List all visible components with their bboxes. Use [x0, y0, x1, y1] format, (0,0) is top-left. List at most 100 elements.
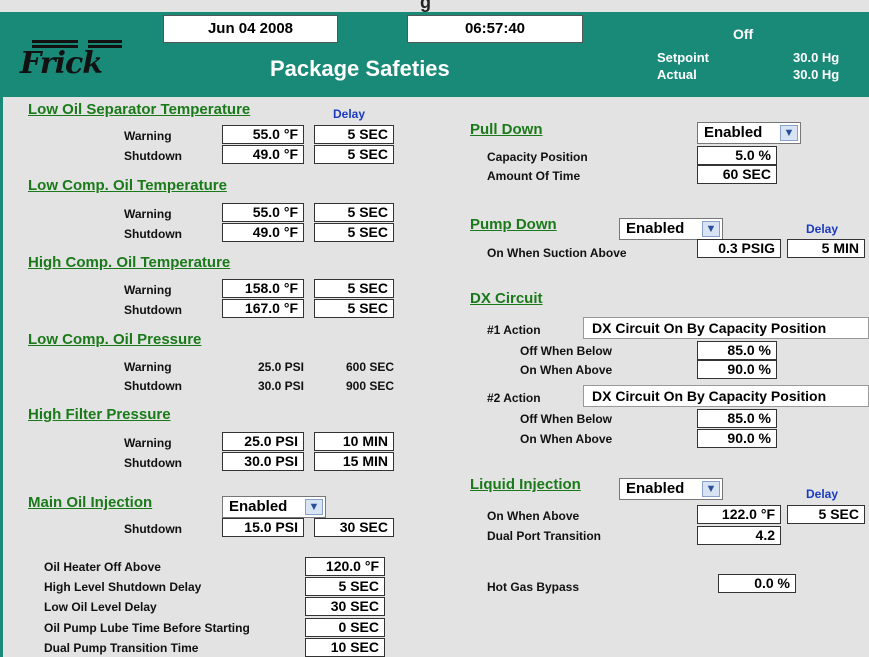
setpoint-label: Setpoint: [657, 50, 709, 65]
section-low-comp-oil-pressure[interactable]: Low Comp. Oil Pressure: [28, 331, 201, 348]
misc-label: High Level Shutdown Delay: [44, 580, 202, 594]
shutdown-label: Shutdown: [124, 149, 182, 163]
chevron-down-icon[interactable]: ▼: [780, 125, 798, 141]
low-comp-oil-temp-shutdown-value[interactable]: 49.0 °F: [222, 223, 304, 242]
actual-label: Actual: [657, 67, 697, 82]
on-when-above-label: On When Above: [487, 509, 580, 523]
main-oil-injection-shutdown-value[interactable]: 15.0 PSI: [222, 518, 304, 537]
chevron-down-icon[interactable]: ▼: [305, 499, 323, 515]
oil-heater-off-above-value[interactable]: 120.0 °F: [305, 557, 385, 576]
hot-gas-bypass-value[interactable]: 0.0 %: [718, 574, 796, 593]
pump-down-select[interactable]: Enabled ▼: [619, 218, 723, 240]
action-2-label: #2 Action: [487, 391, 541, 405]
low-oil-sep-warning-delay[interactable]: 5 SEC: [314, 125, 394, 144]
liquid-injection-delay-value[interactable]: 5 SEC: [787, 505, 865, 524]
dx-2-on-value[interactable]: 90.0 %: [697, 429, 777, 448]
warning-label: Warning: [124, 207, 172, 221]
shutdown-label: Shutdown: [124, 303, 182, 317]
low-comp-oil-temp-warning-delay[interactable]: 5 SEC: [314, 203, 394, 222]
misc-label: Low Oil Level Delay: [44, 600, 157, 614]
dx-action-2-select[interactable]: DX Circuit On By Capacity Position: [583, 385, 869, 407]
section-low-comp-oil-temp[interactable]: Low Comp. Oil Temperature: [28, 177, 227, 194]
high-filter-press-warning-delay[interactable]: 10 MIN: [314, 432, 394, 451]
compressor-status: Off: [733, 26, 754, 42]
pull-down-capacity-value[interactable]: 5.0 %: [697, 146, 777, 165]
low-comp-oil-press-warning-value: 25.0 PSI: [257, 360, 304, 374]
on-when-above-label: On When Above: [520, 432, 613, 446]
dual-pump-transition-time-value[interactable]: 10 SEC: [305, 638, 385, 657]
low-oil-sep-shutdown-delay[interactable]: 5 SEC: [314, 145, 394, 164]
setpoint-value: 30.0 Hg: [793, 50, 840, 65]
low-comp-oil-temp-shutdown-delay[interactable]: 5 SEC: [314, 223, 394, 242]
shutdown-label: Shutdown: [124, 379, 182, 393]
page-title: Package Safeties: [270, 56, 450, 81]
main-oil-injection-select[interactable]: Enabled ▼: [222, 496, 326, 518]
action-1-label: #1 Action: [487, 323, 541, 337]
date-display: Jun 04 2008: [163, 15, 338, 43]
pull-down-select[interactable]: Enabled ▼: [697, 122, 801, 144]
section-pull-down[interactable]: Pull Down: [470, 121, 543, 138]
section-high-filter-pressure[interactable]: High Filter Pressure: [28, 406, 171, 423]
off-when-below-label: Off When Below: [520, 412, 612, 426]
delay-header: Delay: [806, 487, 839, 501]
high-comp-oil-temp-warning-value[interactable]: 158.0 °F: [222, 279, 304, 298]
high-level-shutdown-delay-value[interactable]: 5 SEC: [305, 577, 385, 596]
warning-label: Warning: [124, 283, 172, 297]
on-when-above-label: On When Above: [520, 363, 613, 377]
low-oil-sep-shutdown-value[interactable]: 49.0 °F: [222, 145, 304, 164]
section-main-oil-injection[interactable]: Main Oil Injection: [28, 494, 152, 511]
low-oil-level-delay-value[interactable]: 30 SEC: [305, 597, 385, 616]
oil-pump-lube-time-value[interactable]: 0 SEC: [305, 618, 385, 637]
off-when-below-label: Off When Below: [520, 344, 612, 358]
main-oil-injection-shutdown-delay[interactable]: 30 SEC: [314, 518, 394, 537]
chevron-down-icon[interactable]: ▼: [702, 221, 720, 237]
pump-down-suction-value[interactable]: 0.3 PSIG: [697, 239, 781, 258]
misc-label: Dual Pump Transition Time: [44, 641, 199, 655]
low-comp-oil-temp-warning-value[interactable]: 55.0 °F: [222, 203, 304, 222]
on-when-suction-above-label: On When Suction Above: [487, 246, 627, 260]
liquid-injection-on-value[interactable]: 122.0 °F: [697, 505, 781, 524]
shutdown-label: Shutdown: [124, 227, 182, 241]
section-liquid-injection[interactable]: Liquid Injection: [470, 476, 581, 493]
section-pump-down[interactable]: Pump Down: [470, 216, 557, 233]
section-high-comp-oil-temp[interactable]: High Comp. Oil Temperature: [28, 254, 230, 271]
chevron-down-icon[interactable]: ▼: [702, 481, 720, 497]
dual-port-transition-label: Dual Port Transition: [487, 529, 602, 543]
capacity-position-label: Capacity Position: [487, 150, 588, 164]
dx-2-off-value[interactable]: 85.0 %: [697, 409, 777, 428]
dx-1-on-value[interactable]: 90.0 %: [697, 360, 777, 379]
low-comp-oil-press-shutdown-delay: 900 SEC: [345, 379, 394, 393]
dx-1-off-value[interactable]: 85.0 %: [697, 341, 777, 360]
misc-label: Oil Pump Lube Time Before Starting: [44, 621, 250, 635]
section-dx-circuit[interactable]: DX Circuit: [470, 290, 543, 307]
pump-down-delay-value[interactable]: 5 MIN: [787, 239, 865, 258]
high-filter-press-warning-value[interactable]: 25.0 PSI: [222, 432, 304, 451]
dx-action-1-select[interactable]: DX Circuit On By Capacity Position: [583, 317, 869, 339]
pull-down-time-value[interactable]: 60 SEC: [697, 165, 777, 184]
shutdown-label: Shutdown: [124, 456, 182, 470]
warning-label: Warning: [124, 129, 172, 143]
header-bar: Frick Jun 04 2008 06:57:40 Package Safet…: [0, 12, 869, 95]
liquid-injection-select[interactable]: Enabled ▼: [619, 478, 723, 500]
high-comp-oil-temp-warning-delay[interactable]: 5 SEC: [314, 279, 394, 298]
low-comp-oil-press-shutdown-value: 30.0 PSI: [257, 379, 304, 393]
high-comp-oil-temp-shutdown-delay[interactable]: 5 SEC: [314, 299, 394, 318]
frick-logo: Frick: [18, 40, 128, 81]
actual-value: 30.0 Hg: [793, 67, 840, 82]
section-low-oil-separator-temp[interactable]: Low Oil Separator Temperature: [28, 101, 250, 118]
shutdown-label: Shutdown: [124, 522, 182, 536]
misc-label: Oil Heater Off Above: [44, 560, 161, 574]
high-filter-press-shutdown-delay[interactable]: 15 MIN: [314, 452, 394, 471]
high-filter-press-shutdown-value[interactable]: 30.0 PSI: [222, 452, 304, 471]
time-display: 06:57:40: [407, 15, 583, 43]
amount-of-time-label: Amount Of Time: [487, 169, 581, 183]
high-comp-oil-temp-shutdown-value[interactable]: 167.0 °F: [222, 299, 304, 318]
warning-label: Warning: [124, 436, 172, 450]
low-oil-sep-warning-value[interactable]: 55.0 °F: [222, 125, 304, 144]
top-strip: g: [0, 0, 869, 12]
delay-header: Delay: [806, 222, 839, 236]
dual-port-transition-value[interactable]: 4.2: [697, 526, 781, 545]
low-comp-oil-press-warning-delay: 600 SEC: [345, 360, 394, 374]
warning-label: Warning: [124, 360, 172, 374]
hot-gas-bypass-label: Hot Gas Bypass: [487, 580, 580, 594]
